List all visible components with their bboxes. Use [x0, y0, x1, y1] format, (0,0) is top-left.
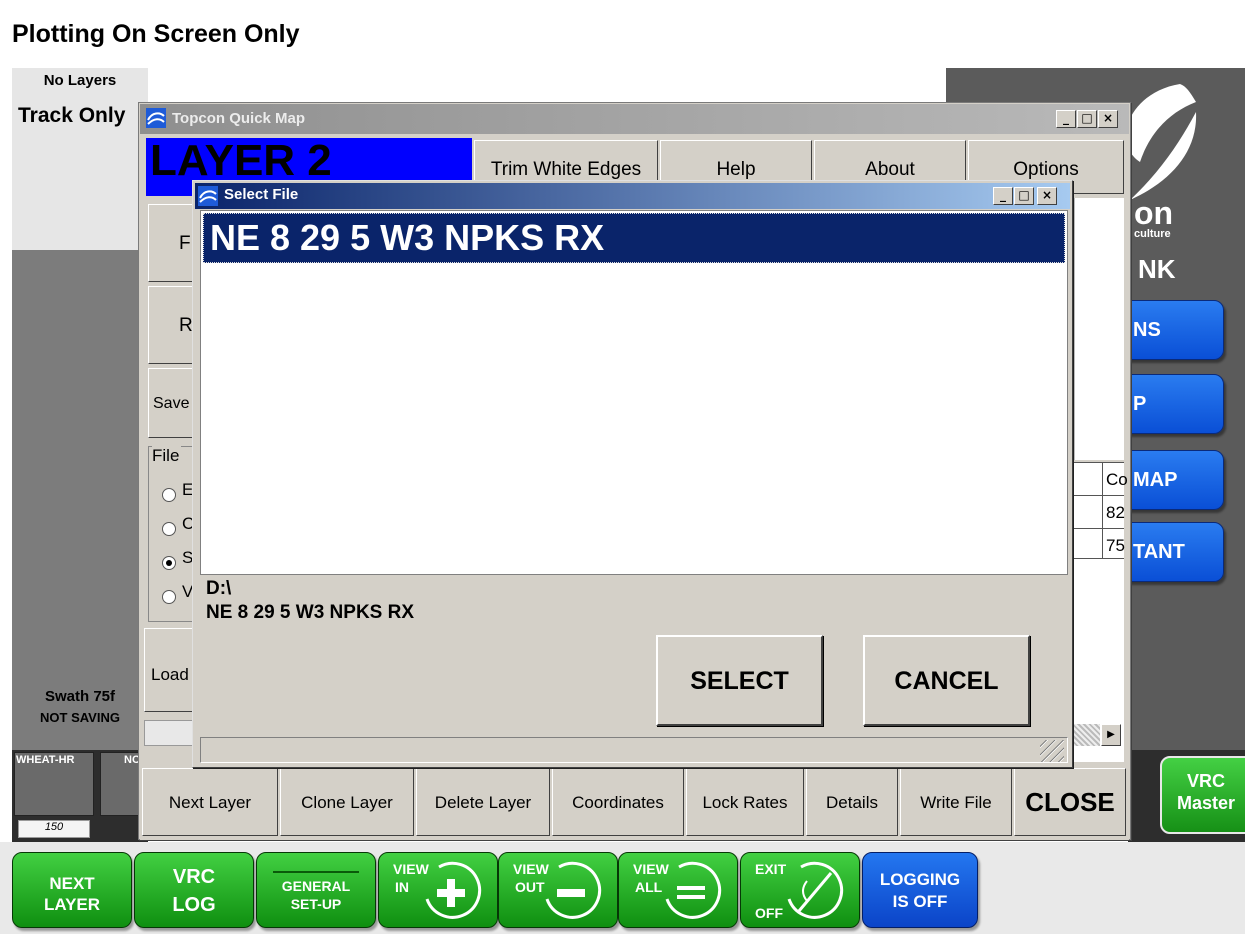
file-type-group-label: File	[152, 446, 182, 466]
vrc-log-line1: VRC	[172, 866, 216, 888]
logging-toggle-button[interactable]: LOGGING IS OFF	[862, 852, 978, 928]
next-layer-button[interactable]: NEXT LAYER	[12, 852, 132, 928]
select-button[interactable]: SELECT	[656, 635, 823, 726]
grid-line	[1074, 558, 1124, 559]
track-only-label: Track Only	[18, 104, 126, 127]
grid-line	[1102, 462, 1103, 558]
grid-line	[1074, 528, 1124, 529]
logging-line1: LOGGING	[879, 870, 961, 889]
layer-status-panel	[12, 68, 148, 250]
right-menu-button-3[interactable]: MAP	[1118, 450, 1224, 510]
swath-label: Swath 75f	[44, 688, 116, 705]
brand-link-text: NK	[1138, 254, 1176, 284]
topcon-app-icon	[146, 108, 166, 128]
close-button[interactable]: CLOSE	[1014, 768, 1126, 836]
file-list[interactable]	[200, 210, 1068, 575]
resize-grip-icon[interactable]	[1040, 740, 1064, 762]
power-off-icon	[787, 861, 844, 919]
select-file-title: Select File	[224, 186, 299, 203]
lock-rates-button[interactable]: Lock Rates	[686, 768, 804, 836]
clone-layer-button[interactable]: Clone Layer	[280, 768, 414, 836]
coordinates-button[interactable]: Coordinates	[552, 768, 684, 836]
grid-line	[1074, 495, 1124, 496]
select-file-titlebar[interactable]	[195, 183, 1070, 209]
no-layers-label: No Layers	[43, 72, 117, 89]
field-tile-1-value: 150	[18, 820, 90, 838]
logging-line2: IS OFF	[892, 892, 948, 911]
scroll-right-icon[interactable]: ▶	[1101, 724, 1121, 746]
view-all-button[interactable]: VIEW ALL	[618, 852, 738, 928]
selected-filename: NE 8 29 5 W3 NPKS RX	[206, 602, 415, 623]
exit-off-button[interactable]: EXIT OFF	[740, 852, 860, 928]
vrc-master-line1: VRC	[1186, 771, 1225, 791]
file-list-item[interactable]: NE 8 29 5 W3 NPKS RX	[203, 213, 1065, 263]
file-type-radio-1[interactable]	[162, 488, 176, 502]
general-setup-line2: SET-UP	[290, 896, 342, 912]
select-file-statusbar	[200, 737, 1068, 763]
brand-subtext: culture	[1134, 228, 1171, 240]
file-type-radio-2[interactable]	[162, 522, 176, 536]
vrc-log-line2: LOG	[172, 894, 216, 916]
view-in-line2: IN	[395, 879, 409, 895]
right-menu-button-1[interactable]: NS	[1118, 300, 1224, 360]
next-layer-line2: LAYER	[43, 895, 101, 914]
saving-status: NOT SAVING	[40, 710, 120, 725]
quick-map-maximize-button[interactable]: □	[1077, 110, 1097, 128]
right-menu-button-4[interactable]: TANT	[1118, 522, 1224, 582]
file-type-radio-4[interactable]	[162, 590, 176, 604]
general-setup-line1: GENERAL	[281, 878, 351, 894]
quick-map-close-button[interactable]: ×	[1098, 110, 1118, 128]
select-file-close-button[interactable]: ×	[1037, 187, 1057, 205]
grid-cell: 75	[1106, 536, 1125, 555]
header-strip	[148, 68, 946, 104]
topcon-app-icon	[198, 186, 218, 206]
next-layer-tab[interactable]: Next Layer	[142, 768, 278, 836]
quick-map-minimize-button[interactable]: _	[1056, 110, 1076, 128]
brand-text: on	[1134, 195, 1174, 231]
quick-map-title: Topcon Quick Map	[172, 110, 306, 127]
current-path: D:\	[206, 578, 232, 599]
zoom-out-icon	[545, 861, 602, 919]
delete-layer-button[interactable]: Delete Layer	[416, 768, 550, 836]
select-file-maximize-button[interactable]: □	[1014, 187, 1034, 205]
zoom-in-icon	[425, 861, 482, 919]
map-preview	[1074, 198, 1124, 460]
view-in-button[interactable]: VIEW IN	[378, 852, 498, 928]
layer-label: LAYER 2	[150, 136, 332, 185]
view-out-button[interactable]: VIEW OUT	[498, 852, 618, 928]
app-title: Plotting On Screen Only	[12, 20, 300, 48]
next-layer-line1: NEXT	[49, 874, 95, 893]
grid-cell: Co	[1106, 470, 1128, 489]
vrc-master-button[interactable]: VRC Master	[1160, 756, 1245, 834]
exit-off-line2: OFF	[755, 905, 783, 921]
cancel-button[interactable]: CANCEL	[863, 635, 1030, 726]
field-tile-1-label: WHEAT-HR	[16, 754, 75, 766]
details-button[interactable]: Details	[806, 768, 898, 836]
vrc-log-button[interactable]: VRC LOG	[134, 852, 254, 928]
zoom-all-icon	[665, 861, 722, 919]
setup-divider	[273, 871, 359, 873]
vrc-master-line2: Master	[1176, 793, 1236, 813]
general-setup-button[interactable]: GENERAL SET-UP	[256, 852, 376, 928]
write-file-button[interactable]: Write File	[900, 768, 1012, 836]
grid-cell: 82	[1106, 503, 1125, 522]
select-file-minimize-button[interactable]: _	[993, 187, 1013, 205]
right-menu-button-2[interactable]: P	[1118, 374, 1224, 434]
file-type-radio-3[interactable]	[162, 556, 176, 570]
